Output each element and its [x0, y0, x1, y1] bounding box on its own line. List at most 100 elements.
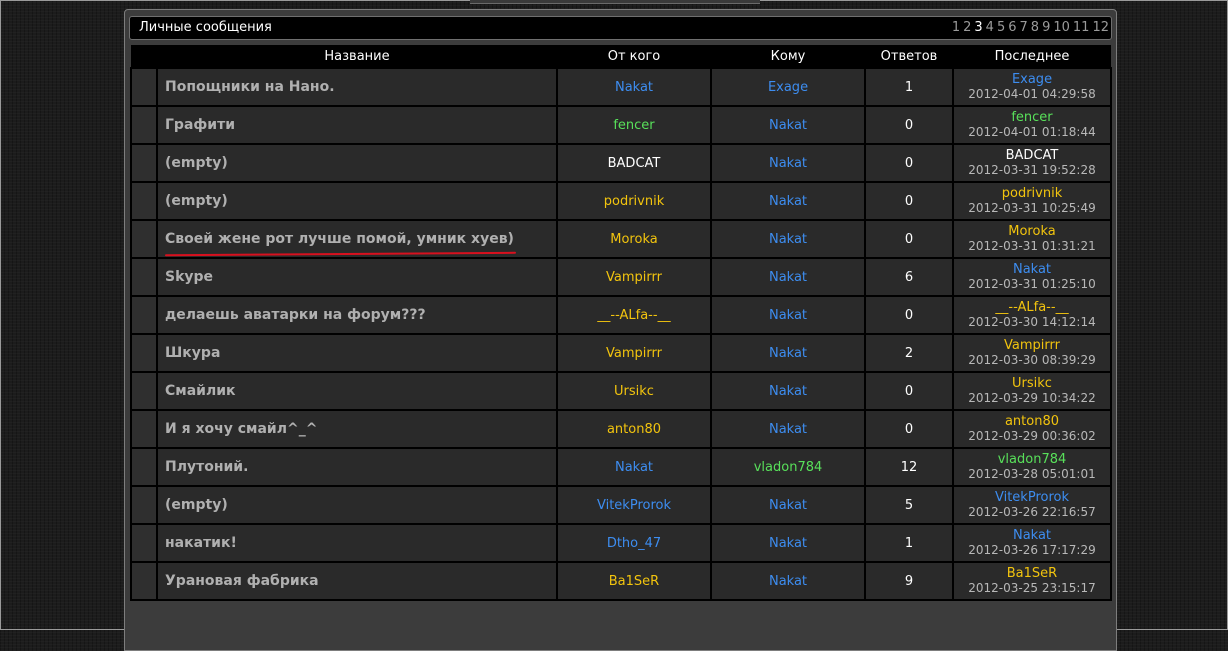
last-post-user-link[interactable]: Ursikc — [954, 376, 1110, 391]
page-link[interactable]: 6 — [1008, 20, 1016, 35]
to-cell: Nakat — [710, 295, 866, 335]
from-user-link[interactable]: __--ALfa--__ — [597, 308, 670, 323]
from-user-link[interactable]: BADCAT — [608, 156, 661, 171]
col-from-header[interactable]: От кого — [557, 45, 711, 68]
message-title-link[interactable]: Смайлик — [165, 383, 236, 399]
page-link[interactable]: 7 — [1020, 20, 1028, 35]
replies-count: 9 — [864, 561, 954, 601]
from-user-link[interactable]: Ursikc — [614, 384, 654, 399]
from-user-link[interactable]: Dtho_47 — [607, 536, 661, 551]
page-link[interactable]: 11 — [1073, 20, 1090, 35]
last-post-user-link[interactable]: Vampirrr — [954, 338, 1110, 353]
page-link[interactable]: 1 — [952, 20, 960, 35]
message-title-link[interactable]: Своей жене рот лучше помой, умник хуев) — [165, 231, 514, 247]
last-post-timestamp: 2012-03-28 05:01:01 — [968, 467, 1096, 481]
message-title-cell: (empty) — [156, 181, 558, 221]
last-post-user-link[interactable]: Moroka — [954, 224, 1110, 239]
message-title-link[interactable]: (empty) — [165, 193, 228, 209]
message-title-link[interactable]: накатик! — [165, 535, 237, 551]
last-post-user-link[interactable]: __--ALfa--__ — [954, 300, 1110, 315]
page-link[interactable]: 2 — [963, 20, 971, 35]
last-post-timestamp: 2012-03-26 22:16:57 — [968, 505, 1096, 519]
message-title-cell: Урановая фабрика — [156, 561, 558, 601]
from-user-link[interactable]: podrivnik — [604, 194, 665, 209]
last-post-user-link[interactable]: anton80 — [954, 414, 1110, 429]
to-user-link[interactable]: Nakat — [769, 384, 807, 399]
last-post-user-link[interactable]: podrivnik — [954, 186, 1110, 201]
last-post-user-link[interactable]: Ba1SeR — [954, 566, 1110, 581]
replies-count: 2 — [864, 333, 954, 373]
last-post-user-link[interactable]: BADCAT — [954, 148, 1110, 163]
last-post-timestamp: 2012-03-30 14:12:14 — [968, 315, 1096, 329]
to-user-link[interactable]: Nakat — [769, 308, 807, 323]
message-title-link[interactable]: Графити — [165, 117, 235, 133]
message-title-link[interactable]: Шкура — [165, 345, 220, 361]
message-title-link[interactable]: (empty) — [165, 155, 228, 171]
row-marker — [130, 105, 158, 145]
last-post-user-link[interactable]: fencer — [954, 110, 1110, 125]
to-cell: Nakat — [710, 371, 866, 411]
last-post-user-link[interactable]: vladon784 — [954, 452, 1110, 467]
page-link[interactable]: 12 — [1092, 20, 1109, 35]
last-post-user-link[interactable]: Nakat — [954, 262, 1110, 277]
to-user-link[interactable]: Nakat — [769, 270, 807, 285]
to-user-link[interactable]: Nakat — [769, 574, 807, 589]
col-replies-header[interactable]: Ответов — [865, 45, 953, 68]
from-user-link[interactable]: anton80 — [607, 422, 661, 437]
to-user-link[interactable]: Nakat — [769, 346, 807, 361]
row-marker — [130, 485, 158, 525]
from-user-link[interactable]: fencer — [613, 118, 654, 133]
message-title-cell: накатик! — [156, 523, 558, 563]
to-cell: Nakat — [710, 333, 866, 373]
from-cell: Nakat — [556, 67, 712, 107]
last-post-timestamp: 2012-03-25 23:15:17 — [968, 581, 1096, 595]
last-post-timestamp: 2012-03-31 19:52:28 — [968, 163, 1096, 177]
col-to-header[interactable]: Кому — [711, 45, 865, 68]
col-last-header[interactable]: Последнее — [953, 45, 1111, 68]
from-user-link[interactable]: VitekProrok — [597, 498, 671, 513]
message-row: Плутоний. Nakat vladon784 12 vladon784 2012-0… — [130, 447, 1112, 487]
from-cell: __--ALfa--__ — [556, 295, 712, 335]
page-link[interactable]: 4 — [986, 20, 994, 35]
from-user-link[interactable]: Nakat — [615, 460, 653, 475]
from-user-link[interactable]: Nakat — [615, 80, 653, 95]
to-cell: Nakat — [710, 561, 866, 601]
messages-table-wrap: Название От кого Кому Ответов Последнее … — [130, 45, 1112, 601]
message-row: (empty) BADCAT Nakat 0 BADCAT 2012-03-31 19:5… — [130, 143, 1112, 183]
col-title-header[interactable]: Название — [157, 45, 557, 68]
from-cell: Vampirrr — [556, 257, 712, 297]
to-user-link[interactable]: Exage — [768, 80, 808, 95]
to-user-link[interactable]: vladon784 — [754, 460, 823, 475]
message-title-cell: Графити — [156, 105, 558, 145]
to-user-link[interactable]: Nakat — [769, 156, 807, 171]
to-user-link[interactable]: Nakat — [769, 422, 807, 437]
to-user-link[interactable]: Nakat — [769, 118, 807, 133]
from-user-link[interactable]: Ba1SeR — [609, 574, 659, 589]
page-link[interactable]: 5 — [997, 20, 1005, 35]
page-link[interactable]: 8 — [1031, 20, 1039, 35]
from-user-link[interactable]: Vampirrr — [606, 346, 662, 361]
message-title-link[interactable]: Попощники на Нано. — [165, 79, 335, 95]
to-user-link[interactable]: Nakat — [769, 536, 807, 551]
from-user-link[interactable]: Vampirrr — [606, 270, 662, 285]
to-user-link[interactable]: Nakat — [769, 232, 807, 247]
message-title-link[interactable]: (empty) — [165, 497, 228, 513]
message-row: (empty) podrivnik Nakat 0 podrivnik 2012-03-3… — [130, 181, 1112, 221]
message-title-link[interactable]: Плутоний. — [165, 459, 248, 475]
to-user-link[interactable]: Nakat — [769, 498, 807, 513]
replies-count: 0 — [864, 295, 954, 335]
message-title-link[interactable]: Урановая фабрика — [165, 573, 319, 589]
row-marker — [130, 257, 158, 297]
page-link[interactable]: 3 — [974, 20, 982, 35]
page-link[interactable]: 9 — [1042, 20, 1050, 35]
from-user-link[interactable]: Moroka — [610, 232, 657, 247]
last-post-user-link[interactable]: VitekProrok — [954, 490, 1110, 505]
last-post-user-link[interactable]: Nakat — [954, 528, 1110, 543]
to-cell: Nakat — [710, 219, 866, 259]
last-post-user-link[interactable]: Exage — [954, 72, 1110, 87]
to-user-link[interactable]: Nakat — [769, 194, 807, 209]
page-link[interactable]: 10 — [1053, 20, 1070, 35]
message-title-link[interactable]: Skype — [165, 269, 213, 285]
message-title-link[interactable]: делаешь аватарки на форум??? — [165, 307, 426, 323]
message-title-link[interactable]: И я хочу смайл^_^ — [165, 421, 317, 437]
